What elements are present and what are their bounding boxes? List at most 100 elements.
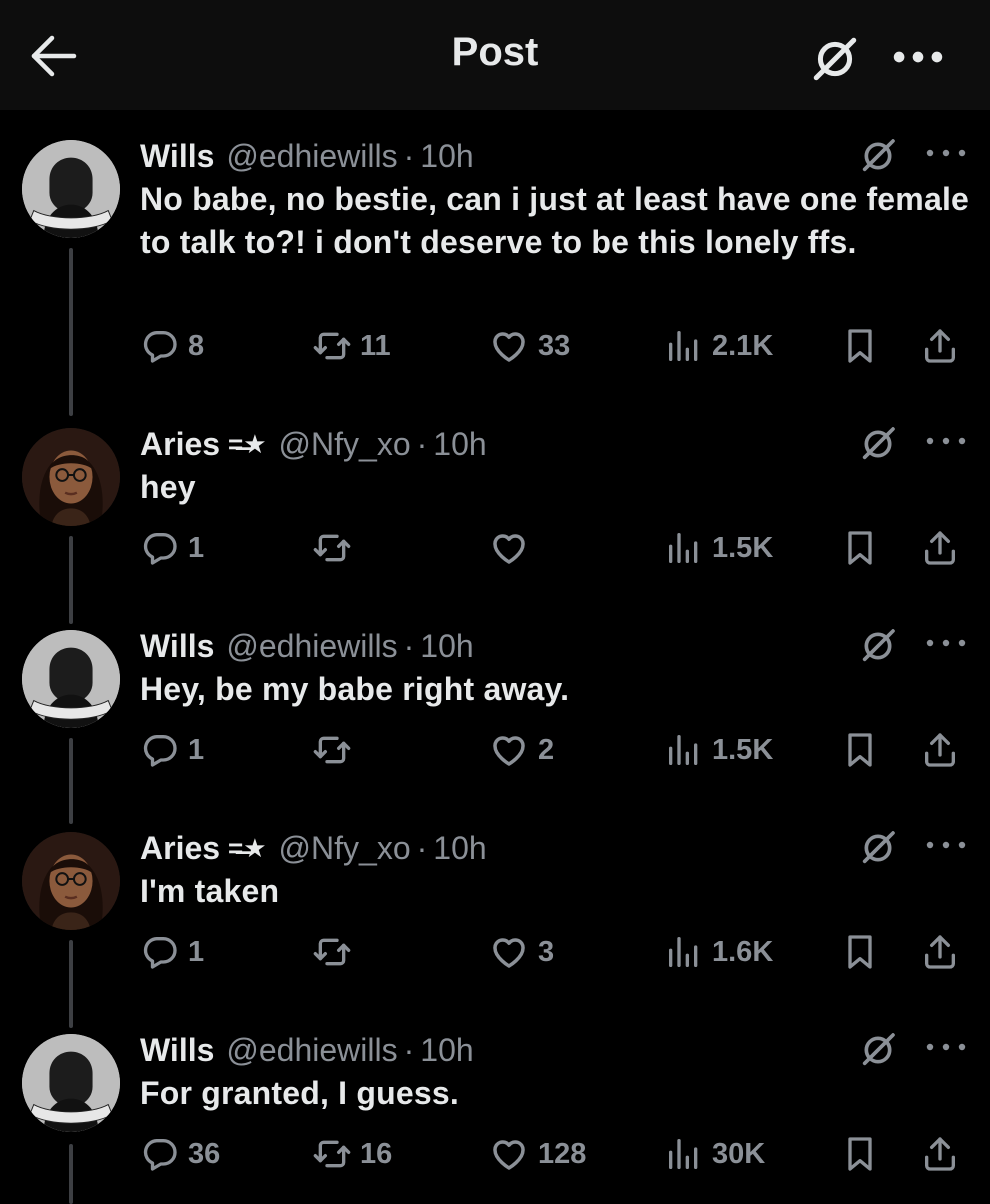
reply-count: 1 bbox=[188, 733, 205, 766]
display-name[interactable]: Aries bbox=[140, 830, 220, 867]
bookmark-button[interactable] bbox=[840, 322, 880, 370]
avatar[interactable] bbox=[22, 1034, 120, 1132]
share-button[interactable] bbox=[920, 322, 960, 370]
avatar-image bbox=[22, 1034, 120, 1132]
bookmark-button[interactable] bbox=[840, 524, 880, 572]
reply-button[interactable]: 1 bbox=[140, 928, 204, 976]
share-icon bbox=[920, 326, 960, 366]
reply-count: 8 bbox=[188, 329, 205, 362]
reply-count: 1 bbox=[188, 531, 205, 564]
views-button[interactable]: 1.5K bbox=[664, 726, 773, 774]
heart-icon bbox=[488, 527, 530, 569]
user-handle[interactable]: @Nfy_xo bbox=[279, 426, 411, 463]
views-button[interactable]: 2.1K bbox=[664, 322, 773, 370]
more-options-button[interactable] bbox=[924, 636, 968, 658]
post-header: Wills @edhiewills · 10h bbox=[140, 1028, 474, 1072]
bookmark-button[interactable] bbox=[840, 726, 880, 774]
views-button[interactable]: 30K bbox=[664, 1130, 765, 1178]
reply-button[interactable]: 36 bbox=[140, 1130, 220, 1178]
separator: · bbox=[403, 1031, 415, 1068]
user-handle[interactable]: @edhiewills bbox=[226, 138, 397, 175]
display-name[interactable]: Aries bbox=[140, 426, 220, 463]
display-name[interactable]: Wills bbox=[140, 1032, 214, 1069]
share-button[interactable] bbox=[920, 1130, 960, 1178]
grok-button[interactable] bbox=[858, 626, 898, 666]
reply-button[interactable]: 1 bbox=[140, 726, 204, 774]
more-options-button[interactable] bbox=[924, 1040, 968, 1062]
avatar-image bbox=[22, 630, 120, 728]
more-options-button[interactable] bbox=[892, 44, 944, 70]
view-count: 30K bbox=[712, 1137, 766, 1170]
like-button[interactable]: 33 bbox=[488, 322, 570, 370]
share-button[interactable] bbox=[920, 928, 960, 976]
display-name[interactable]: Wills bbox=[140, 138, 214, 175]
share-button[interactable] bbox=[920, 524, 960, 572]
user-handle[interactable]: @edhiewills bbox=[226, 1032, 397, 1069]
more-options-button[interactable] bbox=[924, 838, 968, 860]
repost-button[interactable] bbox=[312, 928, 360, 976]
post-time[interactable]: 10h bbox=[420, 628, 473, 665]
heart-icon bbox=[488, 325, 530, 367]
more-options-button[interactable] bbox=[924, 146, 968, 168]
display-name[interactable]: Wills bbox=[140, 628, 214, 665]
more-horizontal-icon bbox=[924, 1041, 968, 1053]
separator: · bbox=[416, 425, 428, 462]
more-options-button[interactable] bbox=[924, 434, 968, 456]
user-handle[interactable]: @Nfy_xo bbox=[279, 830, 411, 867]
repost-button[interactable] bbox=[312, 524, 360, 572]
avatar[interactable] bbox=[22, 832, 120, 930]
repost-button[interactable] bbox=[312, 726, 360, 774]
avatar[interactable] bbox=[22, 140, 120, 238]
share-button[interactable] bbox=[920, 726, 960, 774]
repost-icon bbox=[312, 326, 352, 366]
avatar-image bbox=[22, 832, 120, 930]
bookmark-icon bbox=[840, 528, 880, 568]
grok-button[interactable] bbox=[858, 424, 898, 464]
like-count: 33 bbox=[538, 329, 571, 362]
avatar[interactable] bbox=[22, 428, 120, 526]
view-count: 2.1K bbox=[712, 329, 774, 362]
views-button[interactable]: 1.6K bbox=[664, 928, 773, 976]
grok-button[interactable] bbox=[810, 34, 860, 84]
post-time[interactable]: 10h bbox=[420, 138, 473, 175]
like-button[interactable] bbox=[488, 524, 538, 572]
avatar[interactable] bbox=[22, 630, 120, 728]
views-button[interactable]: 1.5K bbox=[664, 524, 773, 572]
views-icon bbox=[664, 1134, 704, 1174]
like-button[interactable]: 2 bbox=[488, 726, 554, 774]
reply-count: 36 bbox=[188, 1137, 221, 1170]
action-bar: 1 3 1.6K bbox=[140, 928, 970, 976]
name-badge: =̶★ bbox=[228, 832, 267, 863]
action-bar: 1 2 1.5K bbox=[140, 726, 970, 774]
repost-icon bbox=[312, 1134, 352, 1174]
grok-button[interactable] bbox=[858, 136, 898, 176]
reply-icon bbox=[140, 1134, 180, 1174]
action-bar: 1 1.5K bbox=[140, 524, 970, 572]
views-icon bbox=[664, 730, 704, 770]
repost-button[interactable]: 16 bbox=[312, 1130, 392, 1178]
post-header: Wills @edhiewills · 10h bbox=[140, 624, 474, 668]
post-time[interactable]: 10h bbox=[433, 830, 486, 867]
reply-button[interactable]: 1 bbox=[140, 524, 204, 572]
post-time[interactable]: 10h bbox=[433, 426, 486, 463]
like-button[interactable]: 128 bbox=[488, 1130, 586, 1178]
repost-icon bbox=[312, 932, 352, 972]
grok-button[interactable] bbox=[858, 1030, 898, 1070]
post-time[interactable]: 10h bbox=[420, 1032, 473, 1069]
more-horizontal-icon bbox=[924, 147, 968, 159]
arrow-left-icon bbox=[31, 35, 77, 77]
post-text: hey bbox=[140, 469, 196, 505]
repost-button[interactable]: 11 bbox=[312, 322, 391, 370]
bookmark-button[interactable] bbox=[840, 928, 880, 976]
like-button[interactable]: 3 bbox=[488, 928, 554, 976]
back-button[interactable] bbox=[28, 33, 78, 79]
reply-count: 1 bbox=[188, 935, 205, 968]
reply-icon bbox=[140, 326, 180, 366]
user-handle[interactable]: @edhiewills bbox=[226, 628, 397, 665]
grok-button[interactable] bbox=[858, 828, 898, 868]
like-count: 3 bbox=[538, 935, 555, 968]
grok-icon bbox=[858, 136, 898, 176]
reply-button[interactable]: 8 bbox=[140, 322, 204, 370]
reply-icon bbox=[140, 932, 180, 972]
bookmark-button[interactable] bbox=[840, 1130, 880, 1178]
